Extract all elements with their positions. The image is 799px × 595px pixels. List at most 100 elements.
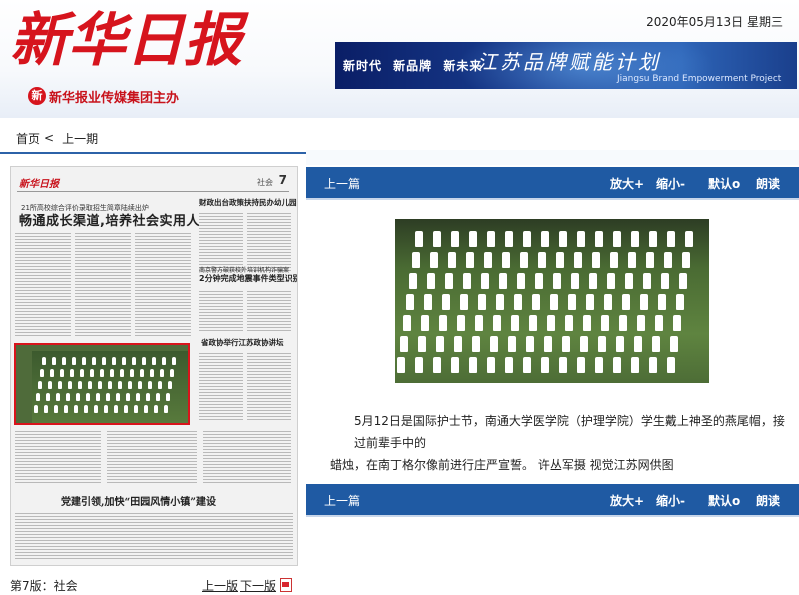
default-size-button[interactable]: 默认o <box>708 175 740 192</box>
prev-article-link[interactable]: 上一篇 <box>324 175 360 192</box>
highlighted-photo-region[interactable] <box>14 343 190 425</box>
nurse-figure <box>637 315 645 331</box>
nurse-figure <box>170 369 174 377</box>
nurse-figure <box>592 252 600 268</box>
prev-issue-link[interactable]: 上一期 <box>62 130 98 147</box>
nurse-figure <box>148 381 152 389</box>
page-right-headline-2[interactable]: 2分钟完成地震事件类型识别 <box>199 273 297 284</box>
nurse-figure <box>469 231 477 247</box>
nurse-figure <box>577 357 585 373</box>
brand-banner-ad[interactable]: 新时代 新品牌 新未来 江苏品牌赋能计划 Jiangsu Brand Empow… <box>335 42 797 89</box>
page-right-headline-1[interactable]: 财政出台政策扶持民办幼儿园 <box>199 197 297 208</box>
nurse-figure <box>84 405 88 413</box>
article-text-block[interactable] <box>247 211 291 273</box>
read-aloud-button[interactable]: 朗读 <box>756 492 780 509</box>
nurse-figure <box>118 381 122 389</box>
nurse-figure <box>433 357 441 373</box>
page-section: 社会 <box>257 178 273 187</box>
nurse-figure <box>679 273 687 289</box>
read-aloud-button[interactable]: 朗读 <box>756 175 780 192</box>
pdf-icon[interactable] <box>280 578 292 592</box>
zoom-out-button[interactable]: 缩小- <box>656 492 685 509</box>
nurse-figure <box>126 393 130 401</box>
prev-page-link[interactable]: 上一版 <box>202 577 238 594</box>
zoom-in-button[interactable]: 放大+ <box>610 175 644 192</box>
nurse-figure <box>406 294 414 310</box>
nurse-figure <box>72 357 76 365</box>
nurse-figure <box>487 231 495 247</box>
page-number: 7 <box>278 173 287 187</box>
nurse-figure <box>469 357 477 373</box>
nurse-figure <box>418 336 426 352</box>
nurse-figure <box>120 369 124 377</box>
article-text-block[interactable] <box>199 289 243 333</box>
nurse-figure <box>475 315 483 331</box>
article-text-block[interactable] <box>15 231 71 337</box>
nurse-figure <box>556 252 564 268</box>
article-text-block[interactable] <box>15 429 101 485</box>
nurse-figure <box>481 273 489 289</box>
article-text-block[interactable] <box>199 211 243 273</box>
nurse-figure <box>514 294 522 310</box>
nurse-figure <box>499 273 507 289</box>
nurse-figure <box>547 315 555 331</box>
article-text-block[interactable] <box>107 429 197 485</box>
newspaper-logo[interactable]: 新华日报 <box>10 5 242 75</box>
nurse-figure <box>649 357 657 373</box>
date-text: 2020年05月13日 <box>646 15 744 29</box>
nurse-figure <box>421 315 429 331</box>
zoom-out-button[interactable]: 缩小- <box>656 175 685 192</box>
article-text-block[interactable] <box>247 351 291 421</box>
nurse-figure <box>565 315 573 331</box>
nurse-figure <box>168 381 172 389</box>
article-text-block[interactable] <box>247 289 291 333</box>
nurse-figure <box>445 273 453 289</box>
toolbar-underline <box>306 198 799 200</box>
article-text-block[interactable] <box>15 511 293 559</box>
zoom-in-button[interactable]: 放大+ <box>610 492 644 509</box>
nurse-figure <box>403 315 411 331</box>
nurse-figure <box>667 231 675 247</box>
nurse-figure <box>68 381 72 389</box>
nurse-figure <box>619 315 627 331</box>
nurse-figure <box>682 252 690 268</box>
toolbar-underline <box>306 515 799 517</box>
article-text-block[interactable] <box>199 351 243 421</box>
nurse-figure <box>613 231 621 247</box>
nurse-figure <box>46 393 50 401</box>
page-right-headline-3[interactable]: 省政协举行江苏政协讲坛 <box>201 337 284 348</box>
nurse-figure <box>613 357 621 373</box>
nurse-figure <box>577 231 585 247</box>
article-text-block[interactable] <box>135 231 191 337</box>
default-size-button[interactable]: 默认o <box>708 492 740 509</box>
edition-label[interactable]: 第7版：社会 <box>10 577 78 594</box>
nurse-figure <box>74 405 78 413</box>
nurse-figure <box>541 231 549 247</box>
nurse-figure <box>172 357 176 365</box>
nurse-figure <box>152 357 156 365</box>
nurse-figure <box>110 369 114 377</box>
next-page-link[interactable]: 下一版 <box>240 577 276 594</box>
nurse-figure <box>90 369 94 377</box>
newspaper-page-thumbnail[interactable]: 新华日报 社会 7 21所高校综合评价录取招生简章陆续出炉 畅通成长渠道,培养社… <box>10 166 298 566</box>
nurse-figure <box>436 336 444 352</box>
nurse-figure <box>646 252 654 268</box>
prev-article-link[interactable]: 上一篇 <box>324 492 360 509</box>
home-link[interactable]: 首页 <box>16 130 40 147</box>
nurse-figure <box>532 294 540 310</box>
article-photo[interactable] <box>395 219 709 383</box>
nurse-figure <box>451 357 459 373</box>
article-text-block[interactable] <box>75 231 131 337</box>
page-bottom-headline[interactable]: 党建引领,加快“田园风情小镇”建设 <box>61 493 216 508</box>
banner-title: 江苏品牌赋能计划 <box>477 50 661 74</box>
nurse-figure <box>400 336 408 352</box>
banner-subtitle: Jiangsu Brand Empowerment Project <box>617 74 782 84</box>
nurse-figure <box>439 315 447 331</box>
nurse-figure <box>478 294 486 310</box>
nurse-figure <box>128 381 132 389</box>
page-main-headline[interactable]: 畅通成长渠道,培养社会实用人才 <box>19 210 213 229</box>
article-text-block[interactable] <box>203 429 291 485</box>
nurse-figure <box>625 273 633 289</box>
xinhua-emblem-icon: 新 <box>28 87 46 105</box>
nurse-figure <box>136 393 140 401</box>
